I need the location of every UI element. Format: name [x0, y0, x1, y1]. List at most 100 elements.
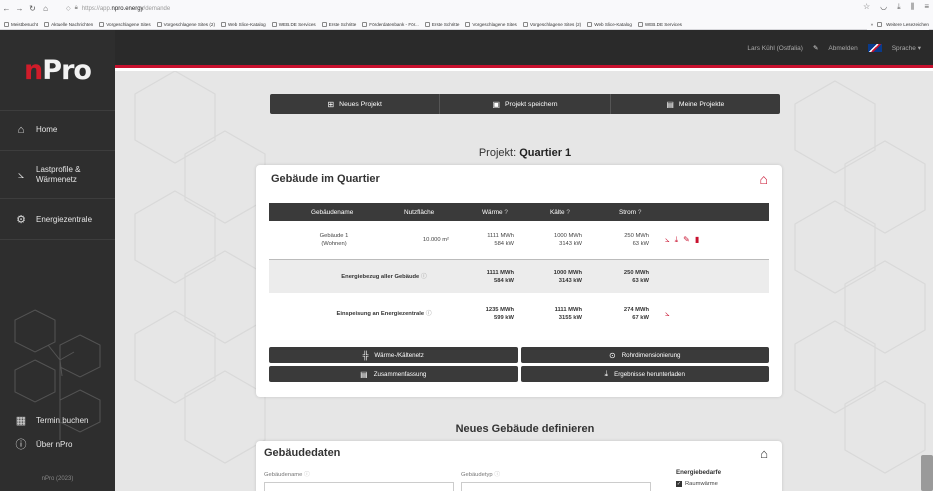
- bookmark-item[interactable]: Erste Schritte: [424, 21, 459, 27]
- download-results-button[interactable]: ⤓ Ergebnisse herunterladen: [520, 366, 769, 382]
- help-icon: ?: [504, 208, 508, 216]
- chart-icon[interactable]: ⦣: [665, 235, 670, 245]
- sidebar-item-label: Über nPro: [36, 440, 73, 449]
- download-icon[interactable]: ⤓: [897, 2, 901, 12]
- chevron-right-icon: »: [870, 21, 874, 27]
- pipe-sizing-button[interactable]: ⊙ Rohrdimensionierung: [520, 347, 769, 363]
- menu-icon[interactable]: ≡: [924, 2, 929, 12]
- new-project-button[interactable]: ⊞ Neues Projekt: [270, 94, 441, 114]
- buildings-card: Gebäude im Quartier ⌂ Gebäudename Nutzfl…: [256, 165, 782, 397]
- user-area: Lars Kühl (Ostfalia) ✎ Abmelden Sprache …: [747, 44, 921, 52]
- logo-n: n: [24, 54, 43, 86]
- summary-button[interactable]: ▤ Zusammenfassung: [269, 366, 518, 382]
- feed-heat: 1235 MWh 599 kW: [485, 307, 514, 321]
- total-row: Energiebezug aller Gebäude ⓘ 1111 MWh 584…: [269, 259, 769, 293]
- user-name[interactable]: Lars Kühl (Ostfalia): [747, 45, 803, 52]
- logo[interactable]: nPro: [0, 30, 115, 110]
- bookmark-item[interactable]: Vorgeschlagene Sites: [465, 21, 517, 27]
- col-area: Nutzfläche: [404, 208, 435, 216]
- pocket-icon[interactable]: ◡: [880, 2, 887, 12]
- building-type-label: Gebäudetyp ⓘ: [461, 472, 501, 478]
- bookmark-item[interactable]: Förderdatenbank - För...: [362, 21, 419, 27]
- calendar-icon: ▦: [15, 415, 27, 427]
- row-actions: ⦣ ⤓ ✎ ▮: [665, 235, 699, 245]
- main-content: ⊞ Neues Projekt ▣ Projekt speichern ▤ Me…: [115, 71, 933, 491]
- sidebar-item-lastprofile[interactable]: ⦣ Lastprofile & Wärmenetz: [0, 160, 115, 190]
- bookmark-item[interactable]: Vorgeschlagene Sites (2): [156, 21, 215, 27]
- feed-row: Einspeisung an Energiezentrale ⓘ 1235 MW…: [269, 297, 769, 331]
- star-icon[interactable]: ☆: [863, 2, 870, 12]
- forward-icon[interactable]: →: [13, 4, 26, 13]
- shield-icon: ◇: [66, 6, 71, 12]
- sidebar-item-label: Home: [36, 125, 58, 134]
- info-icon: ⓘ: [303, 472, 310, 478]
- help-icon: ?: [637, 208, 642, 216]
- trash-icon[interactable]: ▮: [695, 235, 699, 245]
- bookmark-item[interactable]: Vorgeschlagene Sites: [99, 21, 151, 27]
- bookmark-item[interactable]: Aktuelle Nachrichten: [44, 21, 93, 27]
- sidebar-divider: [0, 110, 115, 111]
- bookmarks-overflow[interactable]: » Weitere Lesezeichen: [866, 18, 929, 30]
- logo-text: Pro: [42, 54, 92, 86]
- info-icon: ⓘ: [15, 439, 27, 451]
- button-row-1: ╬ Wärme-/Kältenetz ⊙ Rohrdimensionierung: [269, 347, 769, 363]
- col-cold: Kälte ?: [550, 208, 570, 216]
- info-icon: ⓘ: [494, 472, 501, 478]
- bookmarks-bar: Meistbesucht Aktuelle Nachrichten Vorges…: [0, 18, 933, 30]
- folder-icon: [877, 21, 883, 27]
- scrollbar[interactable]: [921, 455, 933, 491]
- my-projects-button[interactable]: ▤ Meine Projekte: [611, 94, 780, 114]
- network-icon: ╬: [362, 350, 369, 360]
- power-values: 250 MWh 63 kW: [624, 233, 649, 247]
- save-project-button[interactable]: ▣ Projekt speichern: [440, 94, 611, 114]
- building-type-select[interactable]: [461, 482, 651, 491]
- back-icon[interactable]: ←: [0, 4, 13, 13]
- bookmark-item[interactable]: Meistbesucht: [4, 21, 38, 27]
- sidebar-item-label: Energiezentrale: [36, 215, 93, 224]
- feed-actions: ⦣: [665, 309, 670, 319]
- sidebar-item-home[interactable]: ⌂ Home: [0, 120, 115, 140]
- house-icon: ⌂: [760, 446, 768, 461]
- info-icon: ⓘ: [420, 274, 427, 280]
- building-name-input[interactable]: [264, 482, 454, 491]
- browser-right-icons: ☆ ◡ ⤓ ⫼ ≡: [863, 2, 929, 12]
- house-gear-icon: ⌂: [759, 171, 768, 187]
- home-browser-icon[interactable]: ⌂: [39, 4, 52, 13]
- home-icon: ⌂: [17, 124, 25, 136]
- sidebar-item-about[interactable]: ⓘ Über nPro: [0, 438, 115, 452]
- col-power: Strom ?: [619, 208, 642, 216]
- download-icon[interactable]: ⤓: [675, 235, 679, 245]
- table-row: Gebäude 1 (Wohnen) 10.000 m² 1111 MWh 584…: [269, 225, 769, 257]
- app-header: Lars Kühl (Ostfalia) ✎ Abmelden Sprache …: [115, 30, 933, 68]
- bookmark-item[interactable]: WEB.DE Services: [271, 21, 316, 27]
- url-prefix: https://app.: [81, 5, 112, 12]
- sidebar-item-energiezentrale[interactable]: ⚙ Energiezentrale: [0, 210, 115, 230]
- url-bar[interactable]: ◇ 🔒︎ https://app.npro.energy/demande: [60, 2, 820, 15]
- checkbox-checked-icon: ✓: [676, 481, 682, 487]
- table-header: Gebäudename Nutzfläche Wärme ? Kälte ? S…: [269, 203, 769, 221]
- language-select[interactable]: Sprache ▾: [892, 44, 921, 52]
- bookmark-item[interactable]: Web Slice-Katalog: [587, 21, 632, 27]
- bookmark-item[interactable]: Vorgeschlagene Sites (2): [522, 21, 581, 27]
- edit-icon[interactable]: ✎: [683, 235, 690, 245]
- heat-values: 1111 MWh 584 kW: [487, 233, 514, 247]
- sidebar-item-termin[interactable]: ▦ Termin buchen: [0, 414, 115, 428]
- flag-icon[interactable]: [867, 44, 882, 52]
- bookmark-item[interactable]: WEB.DE Services: [637, 21, 682, 27]
- sidebar: nPro ⌂ Home ⦣ Lastprofile & Wärmenetz ⚙ …: [0, 30, 115, 491]
- bookmark-item[interactable]: Erste Schritte: [321, 21, 356, 27]
- button-row-2: ▤ Zusammenfassung ⤓ Ergebnisse herunterl…: [269, 366, 769, 382]
- logout-link[interactable]: Abmelden: [828, 45, 857, 52]
- gear-icon: ⚙: [16, 214, 26, 226]
- network-button[interactable]: ╬ Wärme-/Kältenetz: [269, 347, 518, 363]
- help-icon: ?: [566, 208, 570, 216]
- library-icon[interactable]: ⫼: [911, 2, 915, 12]
- space-heating-checkbox[interactable]: ✓ Raumwärme: [676, 481, 718, 487]
- total-cold: 1000 MWh 3143 kW: [553, 270, 582, 284]
- reload-icon[interactable]: ↻: [26, 4, 39, 13]
- bookmark-item[interactable]: Web Slice-Katalog: [220, 21, 266, 27]
- chart-icon[interactable]: ⦣: [665, 309, 670, 319]
- edit-icon[interactable]: ✎: [813, 44, 818, 52]
- feed-label: Einspeisung an Energiezentrale ⓘ: [336, 311, 432, 317]
- url-path: /demande: [143, 5, 171, 12]
